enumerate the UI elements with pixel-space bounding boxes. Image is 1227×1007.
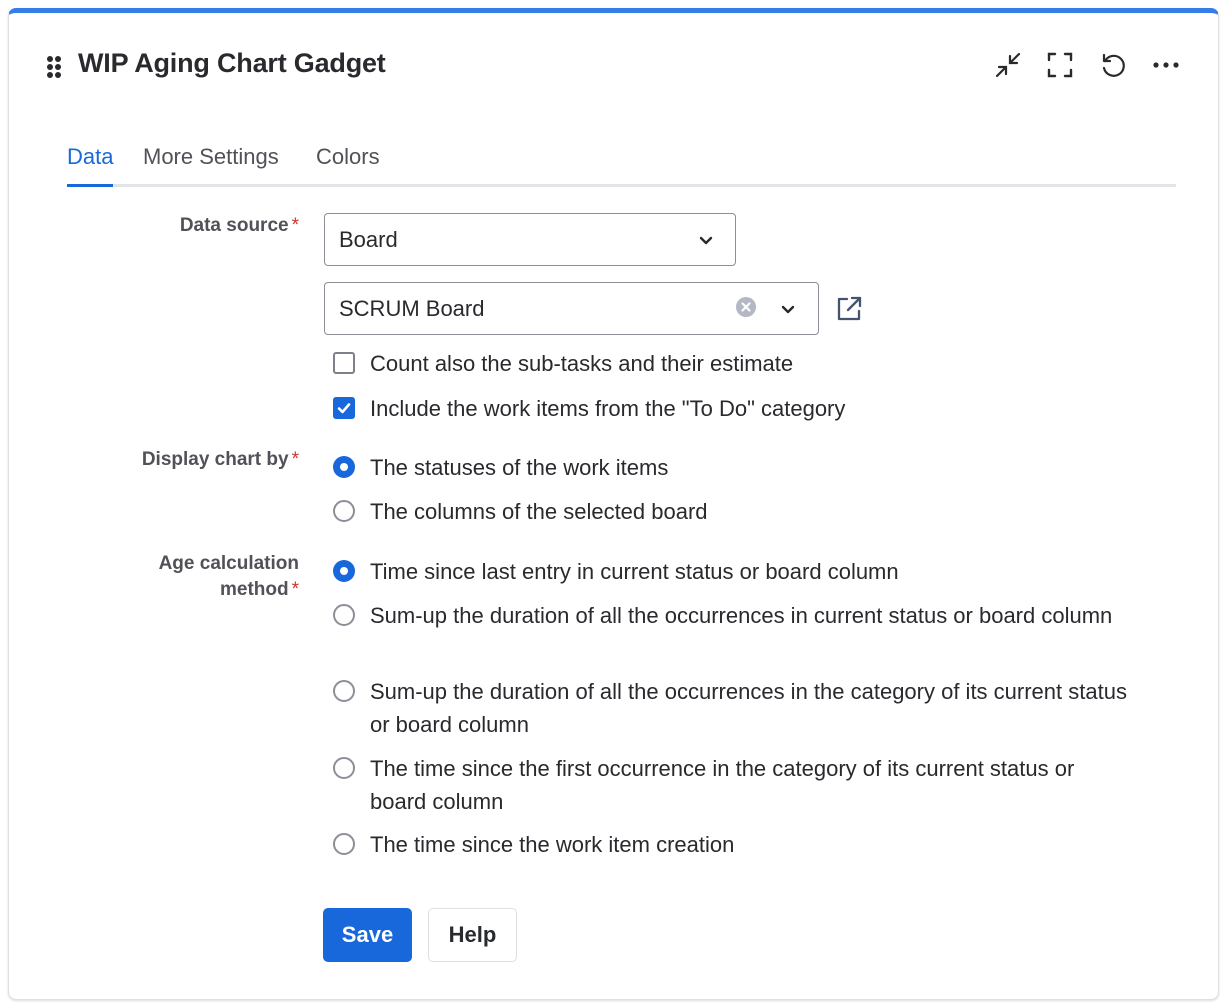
sum-category-radio[interactable] bbox=[333, 680, 355, 702]
external-link-icon[interactable] bbox=[835, 295, 863, 323]
radio-label: The time since the work item creation bbox=[370, 832, 735, 857]
more-icon[interactable] bbox=[1152, 51, 1180, 79]
chevron-down-icon bbox=[778, 299, 798, 319]
required-mark: * bbox=[291, 215, 299, 236]
help-button[interactable]: Help bbox=[428, 908, 517, 962]
display-chart-by-label: Display chart by * bbox=[141, 449, 299, 470]
chevron-down-icon bbox=[696, 230, 716, 250]
creation-radio[interactable] bbox=[333, 833, 355, 855]
gadget-header: WIP Aging Chart Gadget bbox=[9, 13, 1218, 113]
first-occurrence-radio[interactable] bbox=[333, 757, 355, 779]
wip-aging-chart-gadget: WIP Aging Chart Gadget Data More Setting… bbox=[8, 8, 1219, 1000]
radio-label: The statuses of the work items bbox=[370, 455, 669, 480]
gadget-title: WIP Aging Chart Gadget bbox=[78, 48, 386, 78]
subtasks-checkbox[interactable] bbox=[333, 352, 355, 374]
todo-checkbox[interactable] bbox=[333, 397, 355, 419]
statuses-radio[interactable] bbox=[333, 456, 355, 478]
clear-icon[interactable] bbox=[735, 296, 757, 318]
fullscreen-icon[interactable] bbox=[1046, 51, 1074, 79]
radio-label: Sum-up the duration of all the occurrenc… bbox=[370, 603, 1113, 628]
radio-label: The time since the first occurrence in t… bbox=[370, 756, 1075, 814]
tab-data[interactable]: Data bbox=[67, 139, 114, 187]
sum-status-radio[interactable] bbox=[333, 604, 355, 626]
checkbox-label: Include the work items from the "To Do" … bbox=[370, 396, 846, 421]
radio-label: Time since last entry in current status … bbox=[370, 559, 899, 584]
minimize-icon[interactable] bbox=[994, 51, 1022, 79]
data-source-type-select[interactable]: Board bbox=[324, 213, 736, 266]
required-mark: * bbox=[291, 449, 299, 470]
tab-more-settings[interactable]: More Settings bbox=[143, 139, 279, 187]
age-calculation-label: Age calculation method * bbox=[158, 553, 299, 600]
tab-colors[interactable]: Colors bbox=[316, 139, 380, 187]
radio-label: Sum-up the duration of all the occurrenc… bbox=[370, 679, 1127, 737]
checkbox-label: Count also the sub-tasks and their estim… bbox=[370, 351, 794, 376]
board-select-value: SCRUM Board bbox=[339, 296, 485, 321]
data-source-label: Data source * bbox=[179, 215, 299, 236]
required-mark: * bbox=[291, 579, 299, 600]
columns-radio[interactable] bbox=[333, 500, 355, 522]
radio-label: The columns of the selected board bbox=[370, 499, 708, 524]
last-entry-radio[interactable] bbox=[333, 560, 355, 582]
data-source-type-value: Board bbox=[339, 227, 398, 252]
refresh-icon[interactable] bbox=[1099, 51, 1127, 79]
save-button[interactable]: Save bbox=[323, 908, 412, 962]
tab-bar: Data More Settings Colors bbox=[67, 139, 1176, 187]
drag-handle-icon[interactable] bbox=[46, 55, 62, 79]
board-select[interactable]: SCRUM Board bbox=[324, 282, 819, 335]
